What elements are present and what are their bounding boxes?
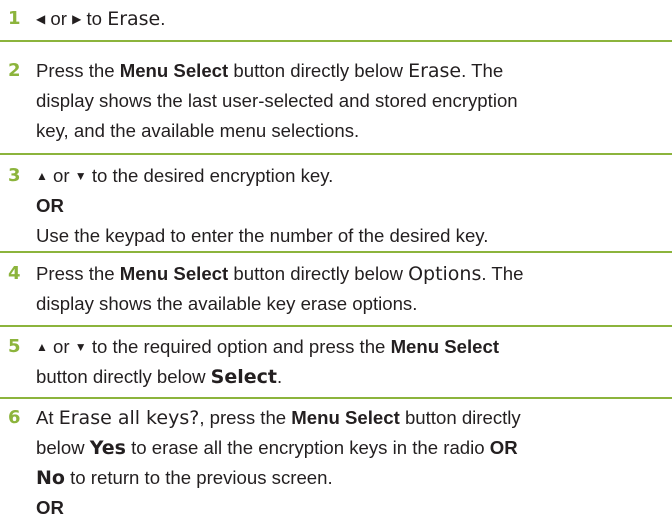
- menu-select-label: Menu Select: [119, 60, 229, 81]
- text-span: At: [36, 407, 59, 428]
- divider: [0, 40, 672, 42]
- display-text-no: No: [36, 467, 65, 489]
- up-arrow-icon: ▲: [36, 169, 48, 183]
- step-number: 4: [8, 263, 21, 284]
- text-span: below: [36, 437, 90, 458]
- left-arrow-icon: ◀: [36, 12, 46, 26]
- text-span: to return to the previous screen.: [64, 467, 333, 488]
- down-arrow-icon: ▼: [74, 169, 87, 183]
- menu-select-label: Menu Select: [119, 263, 229, 284]
- display-text-erase: Erase: [107, 8, 161, 30]
- text-span: button directly below: [36, 366, 211, 387]
- step-text: Press the Menu Select button directly be…: [36, 56, 666, 146]
- text-span: to the desired encryption key.: [86, 165, 334, 186]
- text-span: or: [45, 8, 73, 29]
- step-text: Press the Menu Select button directly be…: [36, 259, 666, 319]
- down-arrow-icon: ▼: [74, 340, 87, 354]
- text-span: .: [277, 366, 283, 387]
- or-label: OR: [36, 497, 64, 518]
- divider: [0, 397, 672, 399]
- step-line: display shows the available key erase op…: [36, 293, 418, 314]
- text-span: Press the: [36, 60, 120, 81]
- step-text: ▲ or ▼ to the desired encryption key. OR…: [36, 161, 666, 251]
- display-text-erase: Erase: [408, 60, 462, 82]
- step-line: display shows the last user-selected and…: [36, 90, 518, 111]
- divider: [0, 153, 672, 155]
- text-span: to: [81, 8, 108, 29]
- step-line: ◀ or ▶ to Erase.: [36, 4, 666, 34]
- menu-select-label: Menu Select: [390, 336, 500, 357]
- text-span: or: [47, 336, 75, 357]
- text-span: .: [160, 8, 166, 29]
- or-label: OR: [489, 437, 518, 458]
- menu-select-label: Menu Select: [291, 407, 400, 428]
- text-span: . The: [481, 263, 524, 284]
- step-line: Press the Menu Select button directly be…: [36, 56, 666, 86]
- step-text: At Erase all keys?, press the Menu Selec…: [36, 403, 666, 523]
- step-line: below Yes to erase all the encryption ke…: [36, 433, 666, 463]
- step-line: No to return to the previous screen.: [36, 463, 666, 493]
- step-line: ▲ or ▼ to the required option and press …: [36, 332, 666, 362]
- step-line: ▲ or ▼ to the desired encryption key.: [36, 161, 666, 191]
- text-span: to erase all the encryption keys in the …: [125, 437, 490, 458]
- display-text-select: Select: [210, 366, 277, 388]
- text-span: . The: [461, 60, 504, 81]
- step-line: Use the keypad to enter the number of th…: [36, 225, 489, 246]
- right-arrow-icon: ▶: [72, 12, 82, 26]
- step-line: At Erase all keys?, press the Menu Selec…: [36, 403, 666, 433]
- step-line: Press the Menu Select button directly be…: [36, 259, 666, 289]
- step-number: 6: [8, 407, 21, 428]
- divider: [0, 251, 672, 253]
- text-span: button directly below: [228, 263, 409, 284]
- text-span: to the required option and press the: [86, 336, 391, 357]
- step-number: 5: [8, 336, 21, 357]
- up-arrow-icon: ▲: [36, 340, 48, 354]
- procedure-page: 1 ◀ or ▶ to Erase. 2 Press the Menu Sele…: [0, 0, 672, 523]
- display-text-options: Options: [408, 263, 482, 285]
- text-span: , press the: [199, 407, 292, 428]
- text-span: button directly: [399, 407, 521, 428]
- step-number: 3: [8, 165, 21, 186]
- divider: [0, 325, 672, 327]
- text-span: button directly below: [228, 60, 409, 81]
- text-span: or: [47, 165, 75, 186]
- step-text: ◀ or ▶ to Erase.: [36, 4, 666, 34]
- step-number: 2: [8, 60, 21, 81]
- step-line: key, and the available menu selections.: [36, 120, 360, 141]
- text-span: Press the: [36, 263, 120, 284]
- or-label: OR: [36, 195, 64, 216]
- display-text-erase-all-keys: Erase all keys?: [58, 407, 200, 429]
- step-text: ▲ or ▼ to the required option and press …: [36, 332, 666, 392]
- step-number: 1: [8, 8, 21, 29]
- step-line: button directly below Select.: [36, 362, 666, 392]
- display-text-yes: Yes: [89, 437, 126, 459]
